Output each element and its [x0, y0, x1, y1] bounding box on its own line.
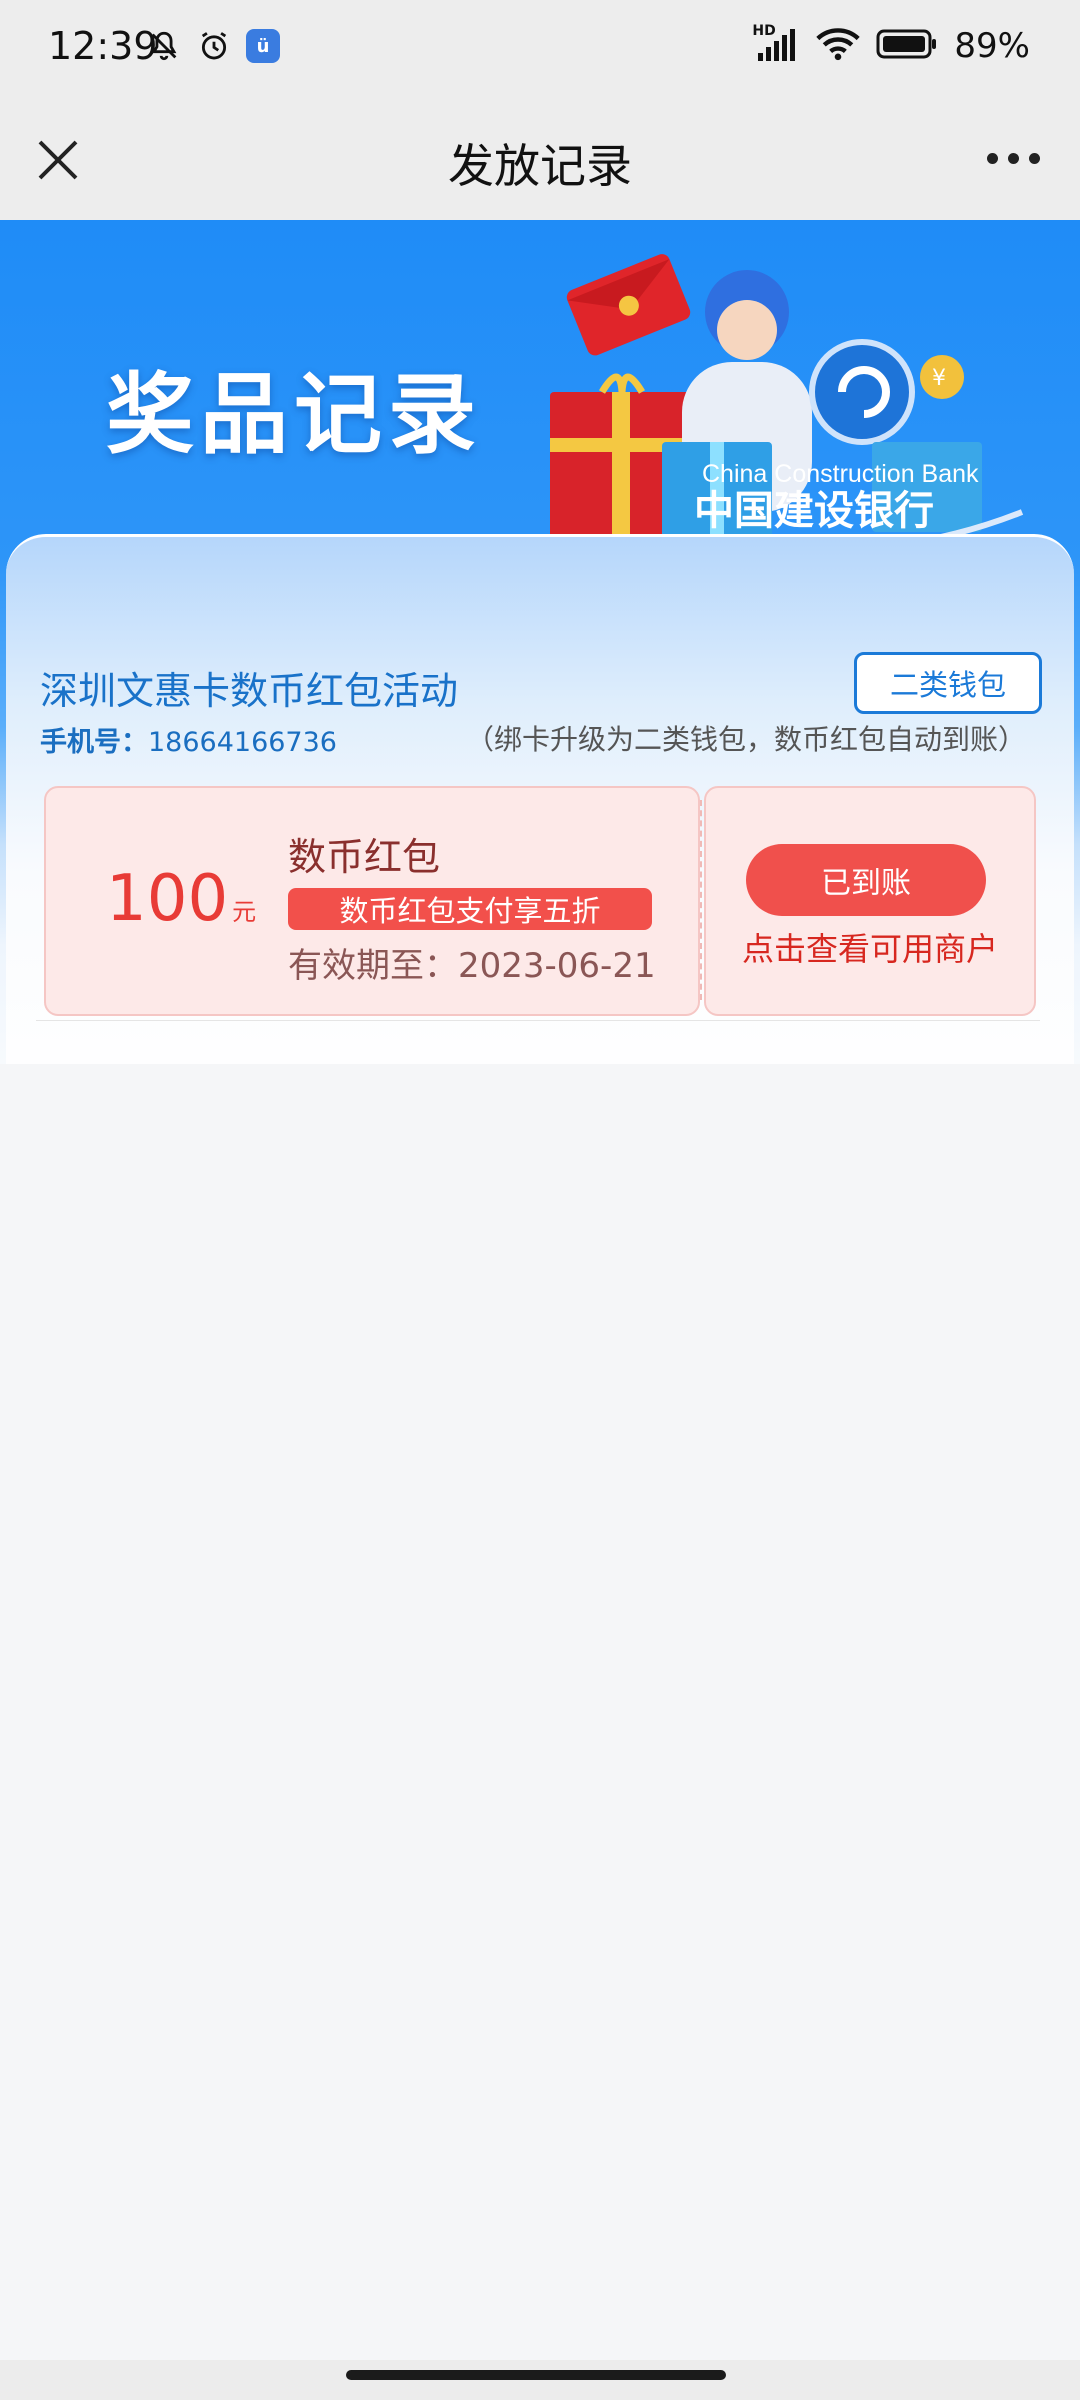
- page-title: 发放记录: [448, 139, 632, 193]
- more-icon[interactable]: [978, 138, 1048, 178]
- bank-name-cn: 中国建设银行: [694, 488, 934, 534]
- coupon-name: 数币红包: [288, 835, 441, 879]
- battery-icon: [876, 28, 938, 64]
- divider: [36, 1020, 1040, 1021]
- nav-bar: 发放记录: [0, 100, 1080, 220]
- coupon-divider: [700, 800, 702, 1000]
- coupon-expiry: 有效期至：2023-06-21: [288, 946, 656, 986]
- app-icon: ü: [246, 29, 280, 63]
- arrived-button[interactable]: 已到账: [746, 844, 986, 916]
- upgrade-note: （绑卡升级为二类钱包，数币红包自动到账）: [465, 723, 1026, 756]
- wifi-icon: [816, 27, 861, 65]
- phone-number: 18664166736: [148, 727, 337, 758]
- home-indicator[interactable]: [346, 2370, 726, 2380]
- banner-title: 奖品记录: [106, 363, 483, 466]
- coupon-card: 100 元 数币红包 数币红包支付享五折 有效期至：2023-06-21: [44, 786, 700, 1016]
- phone-line: 手机号：18664166736: [40, 720, 337, 759]
- coupon-tag: 数币红包支付享五折: [288, 888, 652, 930]
- alarm-icon: [196, 28, 232, 64]
- coupon-status-panel: 已到账 点击查看可用商户: [704, 786, 1036, 1016]
- phone-label: 手机号：: [40, 727, 148, 758]
- battery-percent: 89%: [954, 26, 1030, 66]
- amount-value: 100: [106, 862, 229, 936]
- svg-text:¥: ¥: [932, 366, 946, 391]
- view-merchants-link[interactable]: 点击查看可用商户: [706, 924, 1034, 970]
- gesture-bar: [0, 2360, 1080, 2400]
- status-bar: 12:39 ü HD 89%: [0, 0, 1080, 100]
- status-time: 12:39: [48, 24, 158, 68]
- bell-off-icon: [146, 28, 182, 64]
- wallet-button[interactable]: 二类钱包: [854, 652, 1042, 714]
- coupon-amount: 100 元: [106, 862, 256, 936]
- network-label: HD: [752, 23, 776, 39]
- amount-unit: 元: [232, 898, 257, 926]
- banner: 奖品记录 ¥ China Construction Bank 中国建设银行 深圳…: [0, 220, 1080, 1064]
- banner-illustration: ¥ China Construction Bank 中国建设银行: [532, 242, 1032, 572]
- activity-title: 深圳文惠卡数币红包活动: [40, 669, 459, 713]
- bank-name-en: China Construction Bank: [702, 460, 979, 488]
- signal-icon: HD: [752, 23, 800, 63]
